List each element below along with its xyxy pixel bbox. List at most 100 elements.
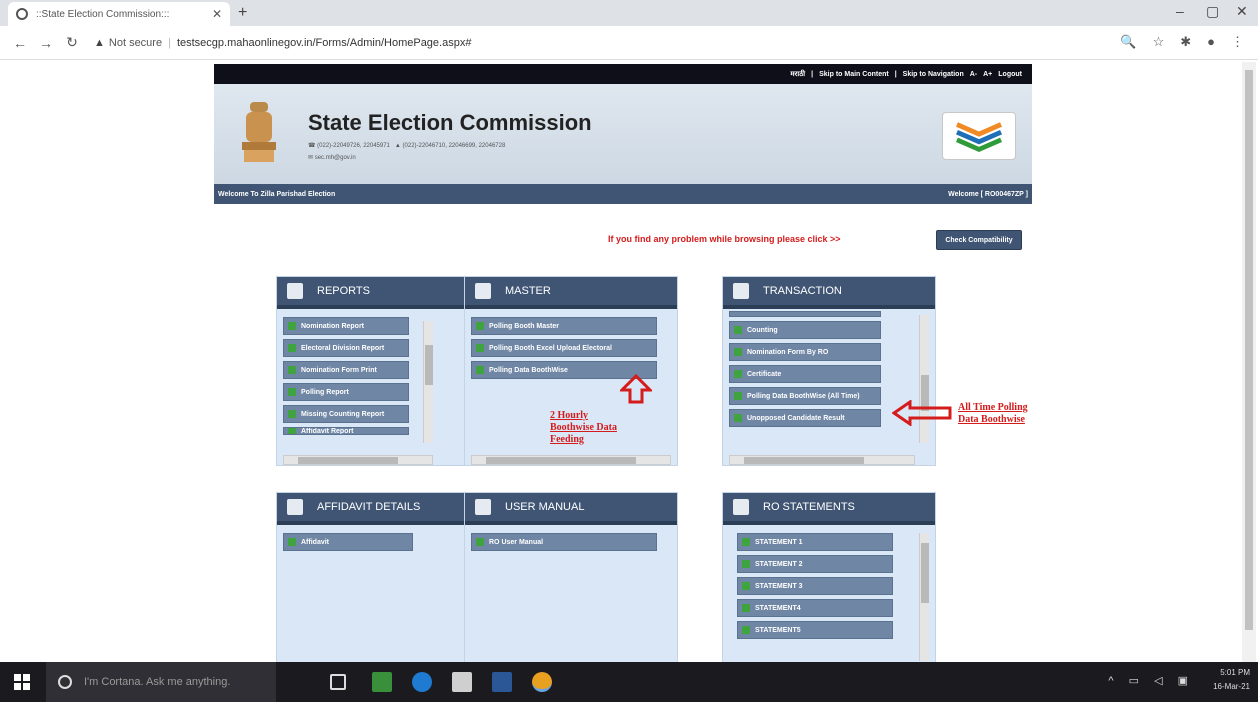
- minimize-icon[interactable]: –: [1176, 3, 1184, 19]
- profile-icon[interactable]: ●: [1207, 34, 1215, 50]
- logout-link[interactable]: Logout: [998, 71, 1022, 78]
- reports-hscroll[interactable]: [283, 455, 433, 465]
- statements-list: STATEMENT 1 STATEMENT 2 STATEMENT 3 STAT…: [723, 525, 935, 639]
- all-time-note: All Time Polling Data Boothwise: [958, 402, 1028, 425]
- manual-panel-header: USER MANUAL: [465, 493, 677, 525]
- welcome-left: Welcome To Zilla Parishad Election: [218, 190, 336, 198]
- word-icon[interactable]: [492, 672, 512, 692]
- forward-icon[interactable]: →: [36, 35, 56, 51]
- reports-vscroll[interactable]: [423, 321, 433, 443]
- statements-panel: RO STATEMENTS STATEMENT 1 STATEMENT 2 ST…: [722, 492, 936, 664]
- tab-title: ::State Election Commission:::: [36, 8, 170, 20]
- transaction-hscroll-thumb[interactable]: [744, 457, 864, 464]
- new-tab-icon[interactable]: +: [238, 4, 247, 22]
- skip-nav-link[interactable]: Skip to Navigation: [903, 71, 964, 78]
- transaction-item[interactable]: Unopposed Candidate Result: [729, 409, 881, 427]
- statements-item[interactable]: STATEMENT5: [737, 621, 893, 639]
- transaction-hscroll[interactable]: [729, 455, 915, 465]
- contact-line: ☎ (022)-22049726, 22045971 ▲ (022)-22046…: [308, 142, 505, 149]
- green-bullet-icon: [476, 322, 484, 330]
- transaction-item[interactable]: Counting: [729, 321, 881, 339]
- reports-item[interactable]: Electoral Division Report: [283, 339, 409, 357]
- statements-icon: [733, 499, 749, 515]
- two-hourly-note: 2 Hourly Boothwise Data Feeding: [550, 410, 617, 445]
- transaction-item[interactable]: Nomination Form By RO: [729, 343, 881, 361]
- welcome-user: Welcome [ RO00467ZP ]: [948, 190, 1028, 198]
- manual-list: RO User Manual: [465, 525, 677, 551]
- phone-icon: ☎: [308, 143, 316, 149]
- language-link[interactable]: मराठी: [790, 70, 805, 79]
- manual-item[interactable]: RO User Manual: [471, 533, 657, 551]
- statements-item[interactable]: STATEMENT 1: [737, 533, 893, 551]
- cortana-search-box[interactable]: I'm Cortana. Ask me anything.: [46, 662, 276, 702]
- page-scrollbar-thumb[interactable]: [1245, 70, 1253, 630]
- transaction-item-partial[interactable]: [729, 311, 881, 317]
- statements-title: RO STATEMENTS: [763, 501, 855, 513]
- master-hscroll-thumb[interactable]: [486, 457, 636, 464]
- statements-item[interactable]: STATEMENT4: [737, 599, 893, 617]
- affidavit-item[interactable]: Affidavit: [283, 533, 413, 551]
- back-icon[interactable]: ←: [10, 35, 30, 51]
- green-bullet-icon: [288, 388, 296, 396]
- master-item[interactable]: Polling Booth Excel Upload Electoral: [471, 339, 657, 357]
- edge-browser-icon[interactable]: [412, 672, 432, 692]
- green-bullet-icon: [734, 326, 742, 334]
- phone-numbers: (022)-22049726, 22045971: [317, 143, 390, 149]
- store-icon[interactable]: [452, 672, 472, 692]
- statements-vscroll-thumb[interactable]: [921, 543, 929, 603]
- font-small-link[interactable]: A-: [970, 71, 977, 78]
- bookmark-star-icon[interactable]: ☆: [1153, 34, 1165, 50]
- reload-icon[interactable]: ↻: [62, 34, 82, 51]
- cortana-icon: [58, 675, 72, 689]
- reports-vscroll-thumb[interactable]: [425, 345, 433, 385]
- clock[interactable]: 5:01 PM 16-Mar-21: [1213, 666, 1250, 694]
- maximize-icon[interactable]: ▢: [1206, 3, 1219, 20]
- master-hscroll[interactable]: [471, 455, 671, 465]
- skip-main-link[interactable]: Skip to Main Content: [819, 71, 889, 78]
- reports-item[interactable]: Nomination Report: [283, 317, 409, 335]
- zoom-icon[interactable]: 🔍: [1120, 34, 1136, 50]
- transaction-item[interactable]: Certificate: [729, 365, 881, 383]
- extensions-icon[interactable]: ✱: [1180, 34, 1191, 50]
- green-bullet-icon: [288, 410, 296, 418]
- reports-item[interactable]: Nomination Form Print: [283, 361, 409, 379]
- close-window-icon[interactable]: ✕: [1236, 3, 1248, 20]
- windows-start-icon[interactable]: [14, 674, 30, 690]
- globe-icon: [16, 8, 28, 20]
- green-bullet-icon: [742, 626, 750, 634]
- system-tray-icons[interactable]: ^ ▭ ◁ ▣: [1108, 674, 1194, 687]
- manual-panel: USER MANUAL RO User Manual: [464, 492, 678, 664]
- url-input[interactable]: testsecgp.mahaonlinegov.in/Forms/Admin/H…: [177, 37, 472, 49]
- reports-item[interactable]: Affidavit Report: [283, 427, 409, 435]
- windows-taskbar: I'm Cortana. Ask me anything. ^ ▭ ◁ ▣ 5:…: [0, 662, 1258, 702]
- browser-tab[interactable]: ::State Election Commission::: ✕: [8, 2, 230, 26]
- green-bullet-icon: [734, 370, 742, 378]
- check-compatibility-button[interactable]: Check Compatibility: [936, 230, 1022, 250]
- statements-item[interactable]: STATEMENT 3: [737, 577, 893, 595]
- reports-panel: REPORTS Nomination Report Electoral Divi…: [276, 276, 490, 466]
- master-item[interactable]: Polling Booth Master: [471, 317, 657, 335]
- reports-panel-header: REPORTS: [277, 277, 489, 309]
- green-bullet-icon: [476, 538, 484, 546]
- menu-icon[interactable]: ⋮: [1231, 34, 1244, 50]
- font-large-link[interactable]: A+: [983, 71, 992, 78]
- security-indicator[interactable]: ▲ Not secure: [94, 37, 162, 49]
- green-bullet-icon: [742, 582, 750, 590]
- page-scrollbar[interactable]: [1242, 62, 1256, 662]
- reports-item[interactable]: Missing Counting Report: [283, 405, 409, 423]
- affidavit-list: Affidavit: [277, 525, 489, 551]
- task-view-icon[interactable]: [330, 674, 346, 690]
- transaction-item[interactable]: Polling Data BoothWise (All Time): [729, 387, 881, 405]
- reports-hscroll-thumb[interactable]: [298, 457, 398, 464]
- national-emblem-icon: [242, 102, 276, 162]
- reports-item[interactable]: Polling Report: [283, 383, 409, 401]
- file-explorer-icon[interactable]: [372, 672, 392, 692]
- chrome-icon[interactable]: [532, 672, 552, 692]
- clock-date: 16-Mar-21: [1213, 682, 1250, 691]
- warning-icon: ▲: [94, 36, 105, 49]
- statements-vscroll[interactable]: [919, 533, 929, 661]
- transaction-title: TRANSACTION: [763, 285, 842, 297]
- green-bullet-icon: [742, 560, 750, 568]
- statements-item[interactable]: STATEMENT 2: [737, 555, 893, 573]
- close-tab-icon[interactable]: ✕: [212, 7, 222, 21]
